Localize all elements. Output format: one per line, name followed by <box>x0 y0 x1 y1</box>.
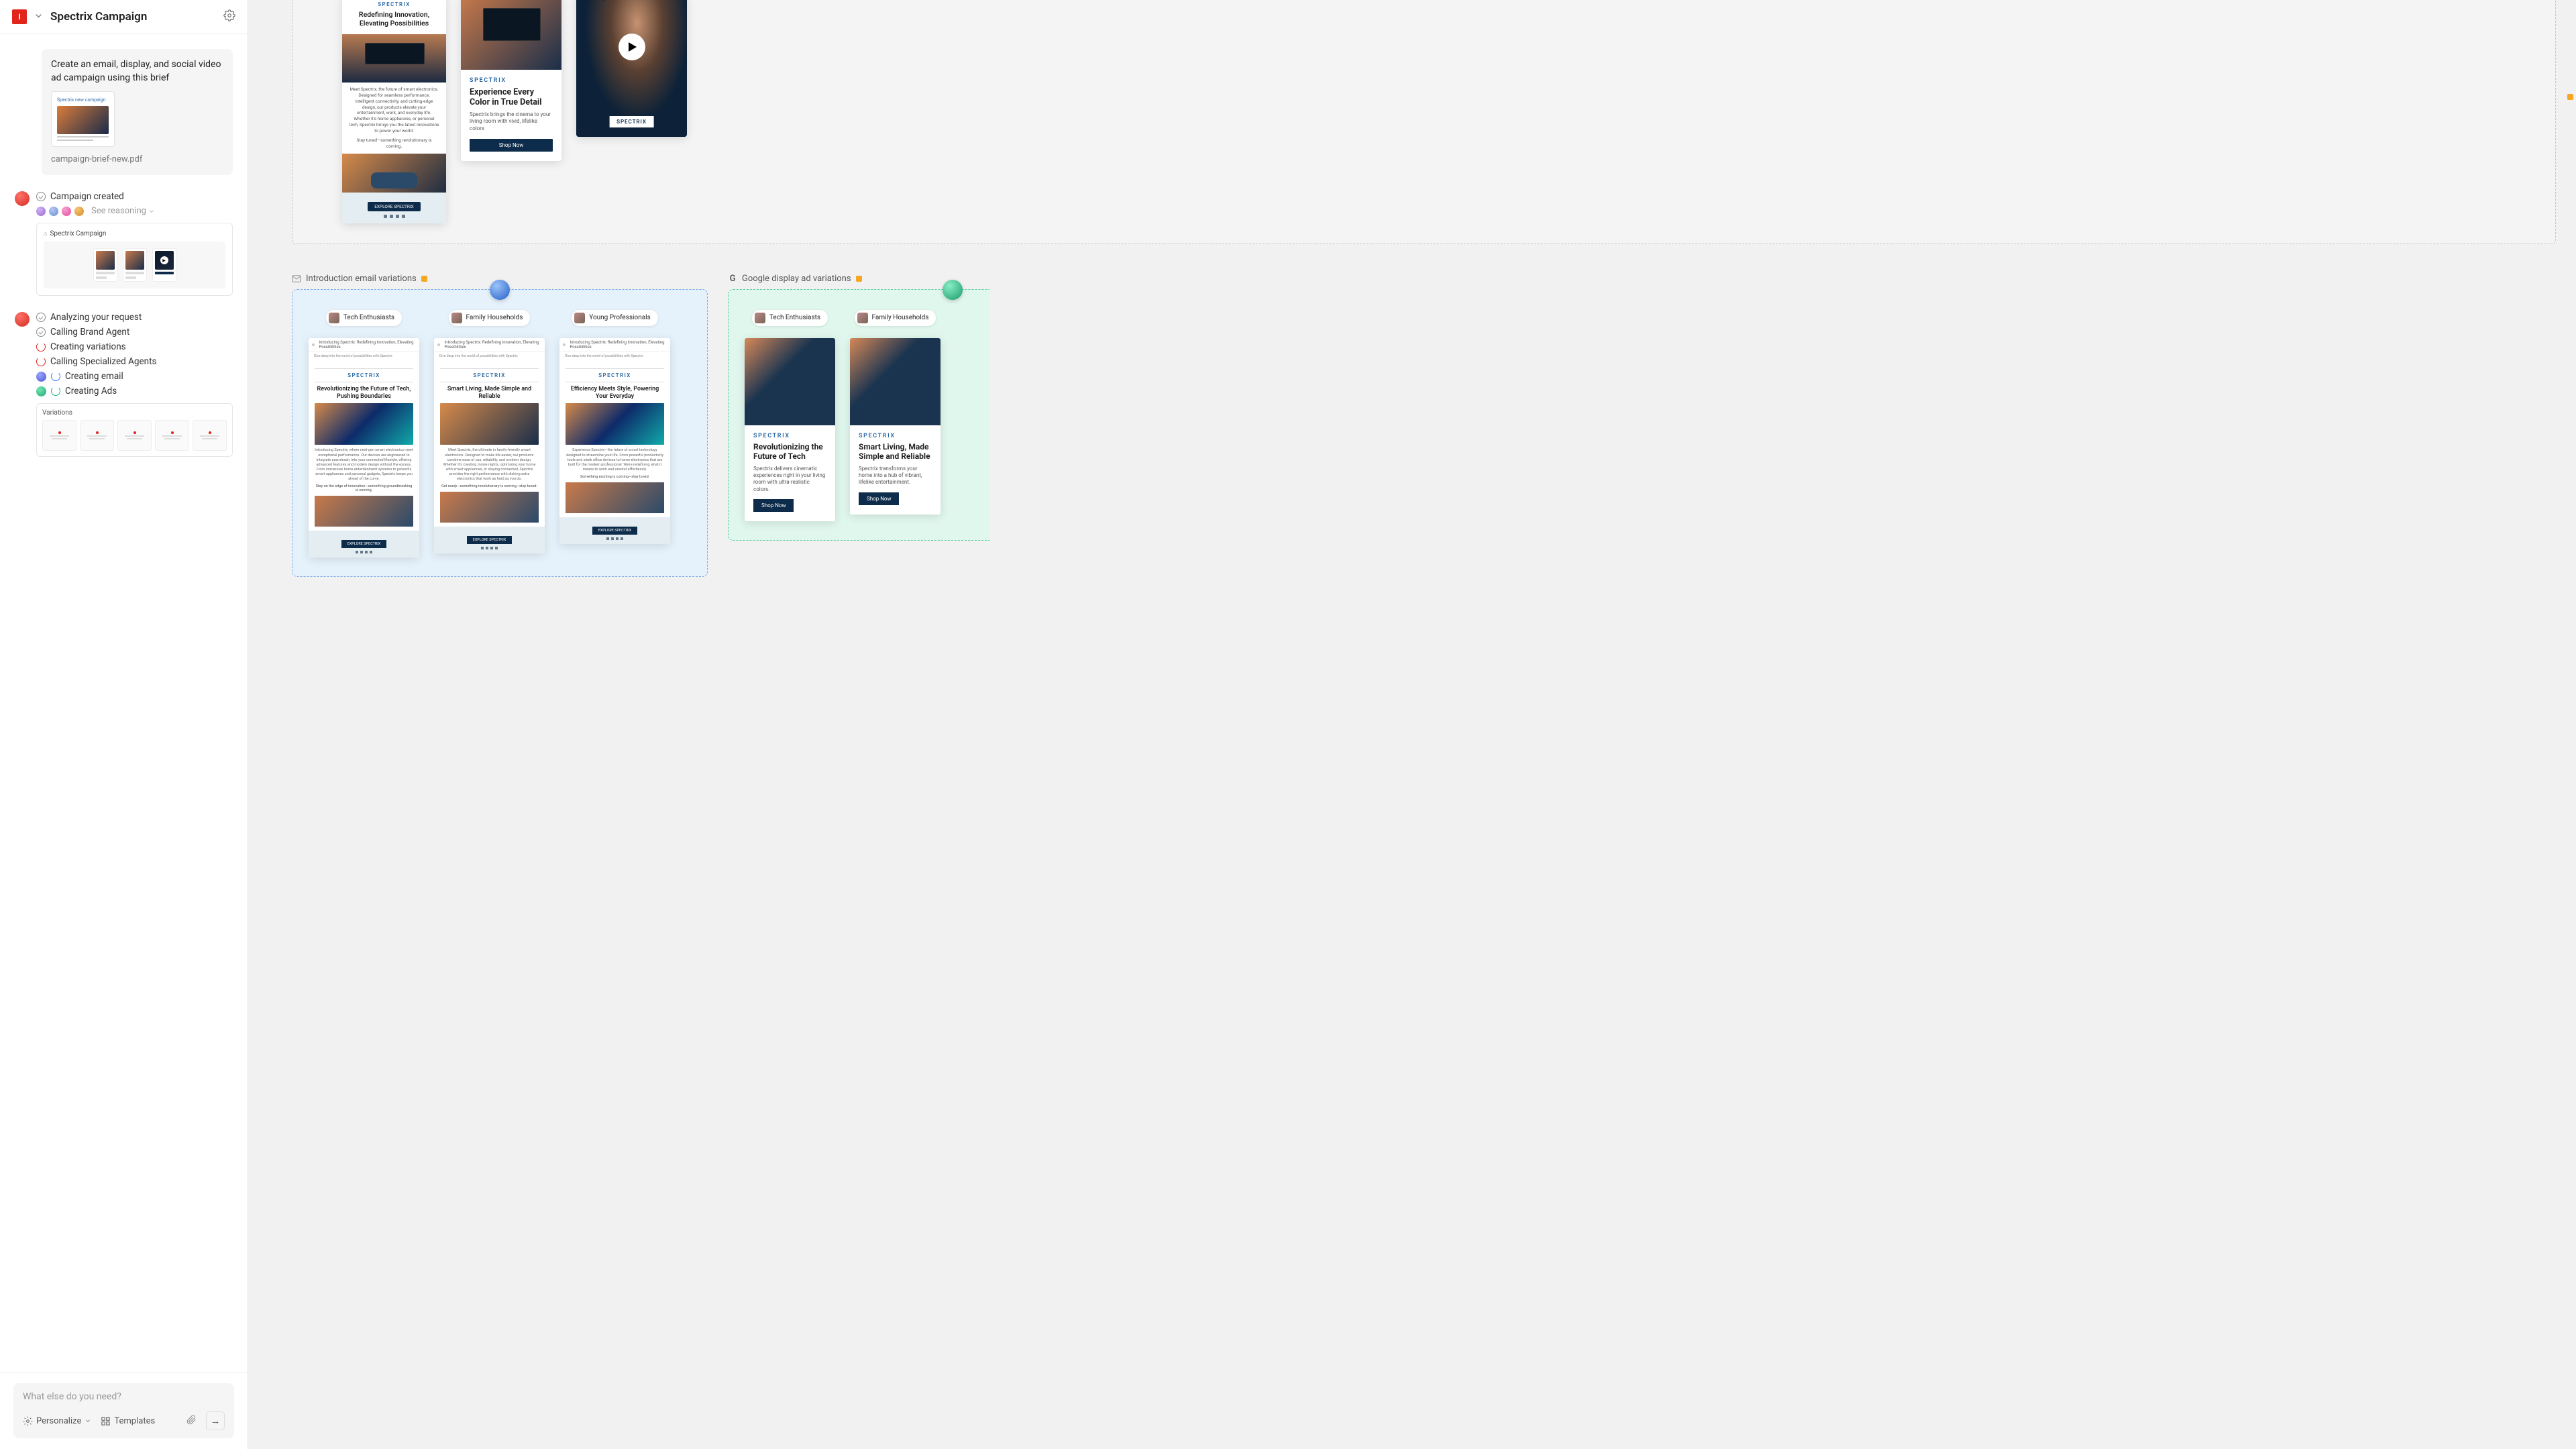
page-title: Spectrix Campaign <box>50 10 217 23</box>
social-icons <box>347 215 441 218</box>
sidebar-footer: What else do you need? Personalize Templ… <box>0 1372 248 1449</box>
display-ad-original[interactable]: SPECTRIX Experience Every Color in True … <box>461 0 561 161</box>
status-creating-ads: Creating Ads <box>36 386 233 396</box>
thumb-image <box>57 106 109 134</box>
agent-message-1: Campaign created See reasoning Spectrix … <box>15 191 233 296</box>
ad-hero-image <box>850 338 941 425</box>
play-icon <box>619 34 645 60</box>
status-creating-variations: Creating variations <box>36 341 233 352</box>
agent-orb-purple <box>36 207 46 216</box>
campaign-preview-card[interactable]: Spectrix Campaign <box>36 223 233 296</box>
email-image-2 <box>342 154 446 193</box>
brand-tag: SPECTRIX <box>350 1 438 7</box>
sidebar-header: I Spectrix Campaign <box>0 0 248 34</box>
email-variation-young[interactable]: Young Professionals Introducing Spectrix… <box>559 310 670 557</box>
email-variations-zone: Tech Enthusiasts Introducing Spectrix: R… <box>292 289 708 577</box>
spinner-icon <box>36 342 46 352</box>
shop-now-button: Shop Now <box>753 499 794 512</box>
check-circle-icon <box>36 192 46 201</box>
gear-icon[interactable] <box>223 9 235 24</box>
email-hero-image <box>342 34 446 83</box>
preview-title: Spectrix Campaign <box>44 230 225 237</box>
attachment-filename: campaign-brief-new.pdf <box>51 154 223 166</box>
chat-sidebar: I Spectrix Campaign Create an email, dis… <box>0 0 248 1449</box>
ads-agent-orb <box>36 386 46 396</box>
display-variation-family[interactable]: Family Households SPECTRIX Smart Living,… <box>850 310 941 521</box>
status-campaign-created: Campaign created <box>36 191 233 202</box>
send-button[interactable]: → <box>206 1411 225 1430</box>
email-artifact-original[interactable]: SPECTRIX Redefining Innovation, Elevatin… <box>342 0 446 223</box>
explore-button: EXPLORE SPECTRIX <box>368 202 421 211</box>
audience-chip-tech: Tech Enthusiasts <box>752 310 828 326</box>
spinner-icon <box>51 386 60 396</box>
reasoning-row: See reasoning <box>36 206 233 216</box>
display-variations-zone: Tech Enthusiasts SPECTRIX Revolutionizin… <box>728 289 989 541</box>
app-logo[interactable]: I <box>12 9 27 24</box>
agent-orb-blue <box>49 207 58 216</box>
spinner-icon <box>36 357 46 366</box>
status-indicator <box>421 276 427 282</box>
status-brand-agent: Calling Brand Agent <box>36 327 233 337</box>
ad-heading: Experience Every Color in True Detail <box>470 87 553 107</box>
check-circle-icon <box>36 327 46 337</box>
chat-input[interactable]: What else do you need? Personalize Templ… <box>13 1383 234 1438</box>
video-topline: every moment <box>586 0 642 1</box>
ad-hero-image <box>461 0 561 70</box>
email-body: Meet Spectrix, the future of smart elect… <box>342 83 446 138</box>
video-brand-chip: SPECTRIX <box>609 116 654 127</box>
email-agent-orb <box>36 372 46 382</box>
audience-chip-tech: Tech Enthusiasts <box>326 310 402 326</box>
spinner-icon <box>51 372 60 381</box>
see-reasoning-link[interactable]: See reasoning <box>91 206 155 216</box>
ads-agent-orb <box>943 280 963 300</box>
google-icon: G <box>728 274 737 283</box>
agent-message-2: Analyzing your request Calling Brand Age… <box>15 312 233 457</box>
email-tagline: Stay tuned—something revolutionary is co… <box>342 138 446 154</box>
status-creating-email: Creating email <box>36 371 233 382</box>
chat-body: Create an email, display, and social vid… <box>0 34 248 1372</box>
video-ad-original[interactable]: every moment SPECTRIX <box>576 0 687 137</box>
ad-subtext: Spectrix brings the cinema to your livin… <box>470 111 553 132</box>
email-variation-tech[interactable]: Tech Enthusiasts Introducing Spectrix: R… <box>309 310 419 557</box>
variations-preview-card[interactable]: Variations <box>36 403 233 457</box>
status-indicator <box>2567 94 2573 100</box>
brand-tag: SPECTRIX <box>470 77 553 84</box>
agent-orb-orange <box>74 207 84 216</box>
templates-button[interactable]: Templates <box>101 1416 155 1426</box>
shop-now-button: Shop Now <box>470 139 553 152</box>
canvas: SPECTRIX Redefining Innovation, Elevatin… <box>248 0 2576 1449</box>
chevron-down-icon[interactable] <box>34 11 44 23</box>
status-analyzing: Analyzing your request <box>36 312 233 323</box>
thumb-caption: Spectrix new campaign <box>57 97 109 104</box>
attachment-icon[interactable] <box>186 1415 197 1428</box>
audience-chip-young: Young Professionals <box>572 310 658 326</box>
email-variation-family[interactable]: Family Households Introducing Spectrix: … <box>434 310 545 557</box>
display-variation-tech[interactable]: Tech Enthusiasts SPECTRIX Revolutionizin… <box>745 310 835 521</box>
prompt-text: Create an email, display, and social vid… <box>51 58 223 85</box>
email-heading: Redefining Innovation, Elevating Possibi… <box>350 10 438 28</box>
audience-chip-family: Family Households <box>449 310 531 326</box>
check-circle-icon <box>36 313 46 322</box>
agent-orb-pink <box>62 207 71 216</box>
top-artifacts-zone: SPECTRIX Redefining Innovation, Elevatin… <box>292 0 2556 244</box>
user-prompt-card: Create an email, display, and social vid… <box>42 49 233 175</box>
variations-label: Variations <box>42 409 227 417</box>
audience-chip-family: Family Households <box>855 310 936 326</box>
input-placeholder: What else do you need? <box>23 1391 225 1402</box>
agent-avatar <box>15 312 30 327</box>
status-specialized-agents: Calling Specialized Agents <box>36 356 233 367</box>
attachment-thumbnail[interactable]: Spectrix new campaign <box>51 91 115 147</box>
personalize-button[interactable]: Personalize <box>23 1416 91 1426</box>
status-indicator <box>856 276 862 282</box>
ad-hero-image <box>745 338 835 425</box>
mail-icon <box>292 274 301 283</box>
email-agent-orb <box>490 280 510 300</box>
shop-now-button: Shop Now <box>859 492 899 505</box>
agent-avatar <box>15 191 30 206</box>
